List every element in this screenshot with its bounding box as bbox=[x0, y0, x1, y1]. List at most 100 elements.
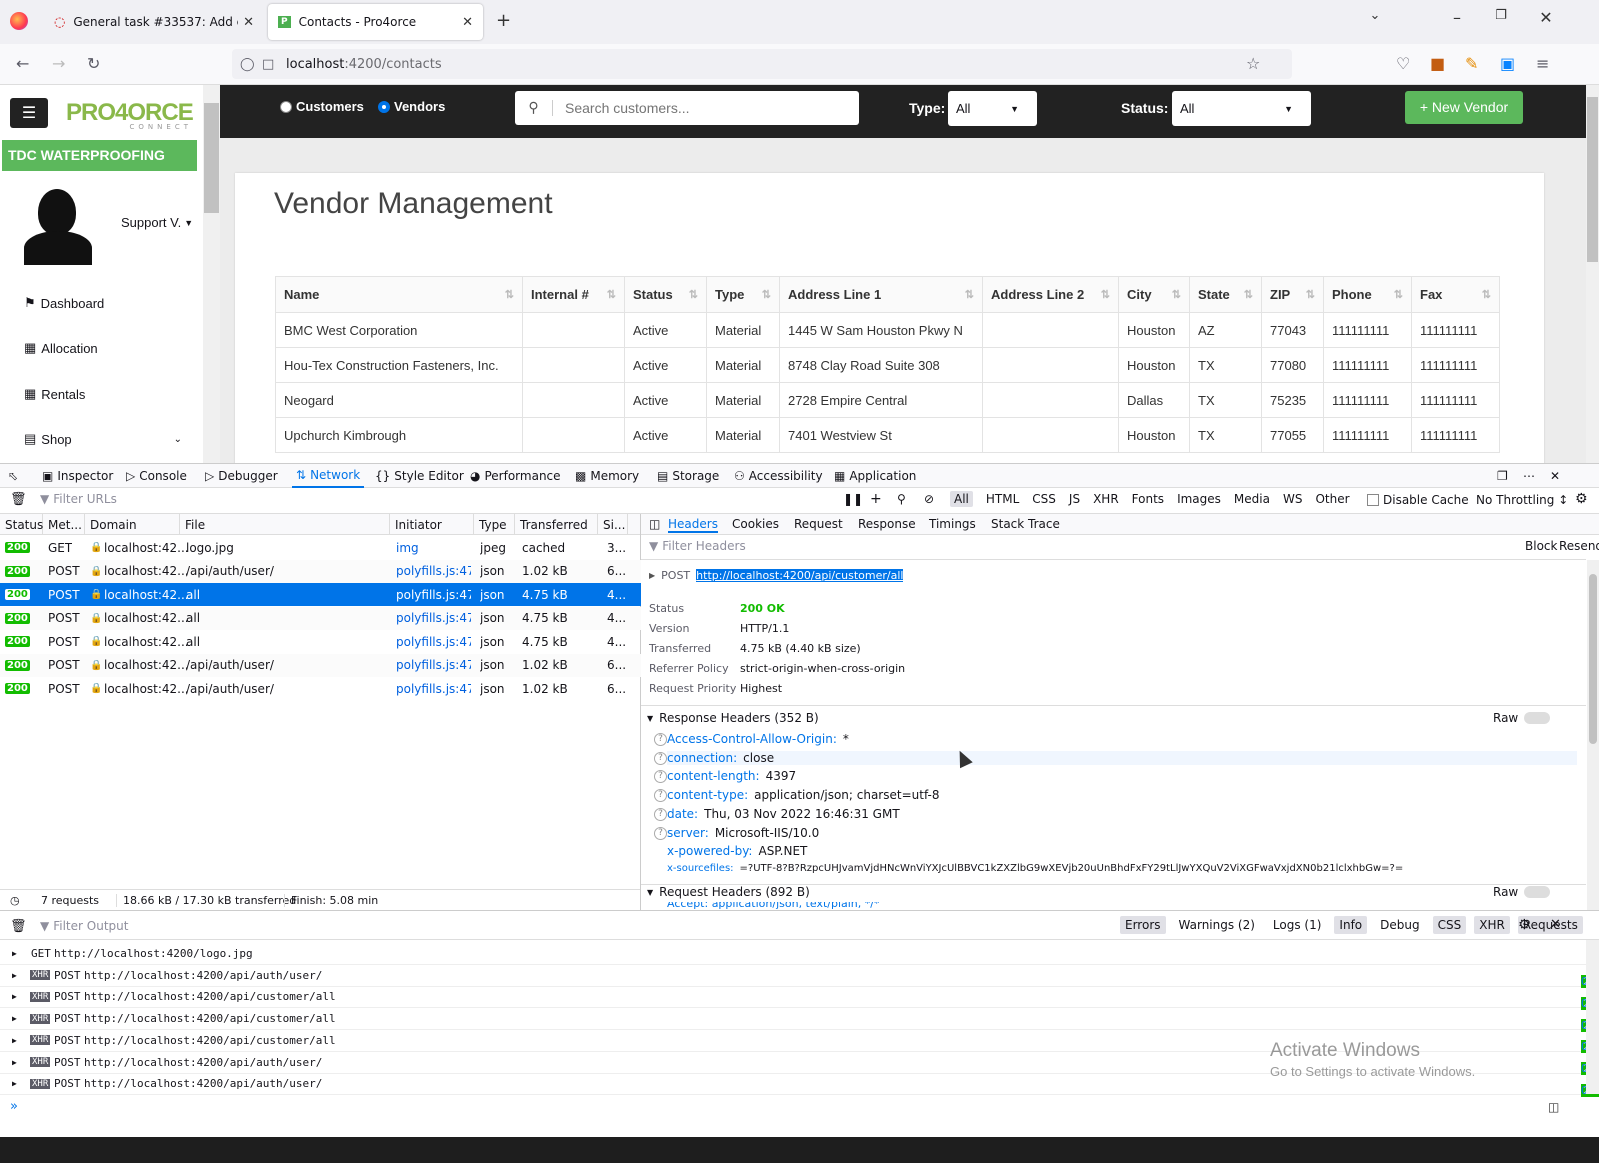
console-message-row[interactable]: ▶ XHR POST http://localhost:4200/api/auth/u… bbox=[0, 965, 1599, 989]
network-request-row[interactable]: 200 POST 🔒 localhost:42... all polyfills.js:4… bbox=[0, 583, 641, 606]
network-request-row[interactable]: 200 GET 🔒 localhost:42... logo.jpg img jpeg cac… bbox=[0, 536, 641, 559]
bookmark-star-icon[interactable]: ☆ bbox=[1246, 54, 1260, 73]
new-tab-icon[interactable]: + bbox=[496, 10, 511, 31]
extension-brush-icon[interactable]: ✎ bbox=[1465, 54, 1478, 73]
network-column-header[interactable]: Domain bbox=[85, 514, 180, 535]
chevron-right-icon[interactable]: ▶ bbox=[12, 1036, 17, 1045]
radio-vendors[interactable]: Vendors bbox=[378, 99, 445, 114]
response-raw-toggle[interactable]: Raw bbox=[1493, 711, 1551, 725]
restore-icon[interactable]: ❐ bbox=[1486, 8, 1516, 23]
type-filter-css[interactable]: CSS bbox=[1032, 492, 1056, 506]
help-icon[interactable]: ? bbox=[654, 733, 667, 746]
request-url[interactable]: http://localhost:4200/api/customer/all bbox=[696, 569, 904, 582]
console-input-prompt[interactable]: » bbox=[0, 1096, 1599, 1118]
network-request-row[interactable]: 200 POST 🔒 localhost:42.../api/auth/user/po… bbox=[0, 653, 641, 677]
reload-icon[interactable]: ↻ bbox=[87, 54, 100, 73]
detail-tab-cookies[interactable]: Cookies bbox=[732, 517, 779, 531]
filter-output-input[interactable]: ▼ Filter Output bbox=[40, 919, 128, 933]
response-header-row[interactable]: content-type: application/json; charset=u… bbox=[667, 788, 939, 802]
devtools-tab-network[interactable]: ⇅ Network bbox=[292, 464, 365, 488]
devtools-tab-accessibility[interactable]: ⚇ Accessibility bbox=[734, 464, 823, 488]
sidebar-scrollbar[interactable] bbox=[203, 85, 220, 463]
split-editor-icon[interactable]: ◫ bbox=[1548, 1100, 1559, 1114]
forward-icon[interactable]: → bbox=[52, 54, 65, 73]
back-icon[interactable]: ← bbox=[16, 54, 29, 73]
response-header-row[interactable]: date: Thu, 03 Nov 2022 16:46:31 GMT bbox=[667, 807, 900, 821]
response-header-row[interactable]: x-sourcefiles: =?UTF-8?B?RzpcUHJvamVjdHNc… bbox=[667, 863, 1403, 874]
network-request-row[interactable]: 200 POST 🔒 localhost:42... all polyfills.js:4… bbox=[0, 630, 641, 653]
status-select[interactable]: All ▼ bbox=[1172, 91, 1311, 126]
chevron-right-icon[interactable]: ▶ bbox=[12, 1014, 17, 1023]
request-headers-section[interactable]: ▼ Request Headers (892 B) bbox=[647, 885, 810, 899]
column-header[interactable]: Fax ⇅ bbox=[1411, 276, 1500, 313]
response-headers-section[interactable]: ▼ Response Headers (352 B) bbox=[647, 711, 819, 725]
filter-urls-input[interactable]: ▼ Filter URLs bbox=[40, 492, 117, 506]
help-icon[interactable]: ? bbox=[654, 807, 667, 821]
hamburger-menu-icon[interactable]: ≡ bbox=[1536, 54, 1549, 73]
console-filter-logs[interactable]: Logs (1) bbox=[1268, 916, 1327, 934]
table-row[interactable]: Hou-Tex Construction Fasteners, Inc. Acti… bbox=[275, 347, 1500, 383]
devtools-tab-console[interactable]: ▷ Console bbox=[126, 464, 187, 488]
console-filter-debug[interactable]: Debug bbox=[1375, 916, 1424, 934]
type-select[interactable]: All ▼ bbox=[948, 91, 1037, 126]
console-message-row[interactable]: ▶ XHR POST http://localhost:4200/api/custom… bbox=[0, 1008, 1599, 1032]
help-icon[interactable]: ? bbox=[654, 770, 667, 784]
column-header[interactable]: Phone ⇅ bbox=[1323, 276, 1412, 313]
trash-icon[interactable]: 🗑 bbox=[10, 492, 27, 507]
type-filter-fonts[interactable]: Fonts bbox=[1132, 492, 1164, 506]
network-column-header[interactable]: Type bbox=[474, 514, 515, 535]
block-button[interactable]: Block bbox=[1525, 539, 1557, 553]
chevron-right-icon[interactable]: ▶ bbox=[649, 571, 655, 580]
column-header[interactable]: Status ⇅ bbox=[624, 276, 707, 313]
block-icon[interactable]: ⊘ bbox=[924, 492, 934, 506]
app-scrollbar[interactable] bbox=[1586, 85, 1599, 463]
sidebar-item-rentals[interactable]: ▦ Rentals bbox=[24, 386, 85, 402]
response-header-row[interactable]: server: Microsoft-IIS/10.0 bbox=[667, 826, 819, 840]
shield-icon[interactable]: ◯ bbox=[240, 57, 255, 72]
dock-icon[interactable]: ❐ bbox=[1497, 464, 1508, 488]
devtools-tab-style-editor[interactable]: {} Style Editor bbox=[375, 464, 464, 488]
table-row[interactable]: BMC West Corporation Active Material 1445 W… bbox=[275, 312, 1500, 348]
network-column-header[interactable]: Met... bbox=[43, 514, 85, 535]
search-input[interactable] bbox=[553, 100, 859, 116]
devtools-tab-storage[interactable]: ▤ Storage bbox=[657, 464, 719, 488]
more-options-icon[interactable]: ⋯ bbox=[1523, 464, 1535, 488]
details-scrollbar[interactable] bbox=[1587, 560, 1599, 910]
column-header[interactable]: Address Line 2 ⇅ bbox=[982, 276, 1119, 313]
type-filter-all[interactable]: All bbox=[950, 491, 973, 507]
help-icon[interactable]: ? bbox=[654, 789, 667, 803]
column-header[interactable]: Name ⇅ bbox=[275, 276, 523, 313]
response-header-row[interactable]: x-powered-by: ASP.NET bbox=[667, 844, 807, 858]
sidebar-item-dashboard[interactable]: ⚑ Dashboard bbox=[24, 295, 104, 311]
trash-icon[interactable]: 🗑 bbox=[10, 919, 27, 934]
help-icon[interactable]: ? bbox=[654, 826, 667, 840]
type-filter-other[interactable]: Other bbox=[1315, 492, 1349, 506]
column-header[interactable]: Internal # ⇅ bbox=[522, 276, 625, 313]
extension-icon[interactable]: ■ bbox=[1430, 54, 1445, 73]
sidebar-toggle-button[interactable]: ☰ bbox=[10, 98, 48, 128]
console-filter-css[interactable]: CSS bbox=[1432, 916, 1467, 934]
chevron-right-icon[interactable]: ▶ bbox=[12, 1058, 17, 1067]
network-column-header[interactable]: Transferred bbox=[515, 514, 598, 535]
response-header-row[interactable]: content-length: 4397 bbox=[667, 769, 796, 783]
console-settings-gear-icon[interactable]: ⚙ bbox=[1518, 917, 1531, 933]
pause-icon[interactable]: ❚❚ bbox=[843, 492, 863, 506]
radio-customers[interactable]: Customers bbox=[280, 99, 364, 114]
filter-headers-input[interactable]: ▼ Filter Headers bbox=[649, 539, 746, 553]
close-tab-icon[interactable]: ✕ bbox=[462, 15, 473, 30]
devtools-tab-debugger[interactable]: ▷ Debugger bbox=[205, 464, 278, 488]
detail-tab-stack-trace[interactable]: Stack Trace bbox=[991, 517, 1060, 531]
type-filter-xhr[interactable]: XHR bbox=[1093, 492, 1119, 506]
type-filter-media[interactable]: Media bbox=[1234, 492, 1270, 506]
save-extension-icon[interactable]: ▣ bbox=[1500, 54, 1515, 73]
search-icon[interactable]: ⚲ bbox=[897, 492, 906, 506]
type-filter-js[interactable]: JS bbox=[1069, 492, 1080, 506]
page-icon[interactable]: □ bbox=[262, 57, 274, 72]
network-request-row[interactable]: 200 POST 🔒 localhost:42... all polyfills.js:4… bbox=[0, 606, 641, 630]
detail-tab-response[interactable]: Response bbox=[858, 517, 916, 531]
list-all-tabs-icon[interactable]: ⌄ bbox=[1360, 8, 1390, 23]
network-request-row[interactable]: 200 POST 🔒 localhost:42.../api/auth/user/po… bbox=[0, 559, 641, 583]
user-menu[interactable]: Support V. ▼ bbox=[121, 215, 193, 230]
type-filter-images[interactable]: Images bbox=[1177, 492, 1221, 506]
console-scrollbar[interactable] bbox=[1586, 940, 1599, 1094]
